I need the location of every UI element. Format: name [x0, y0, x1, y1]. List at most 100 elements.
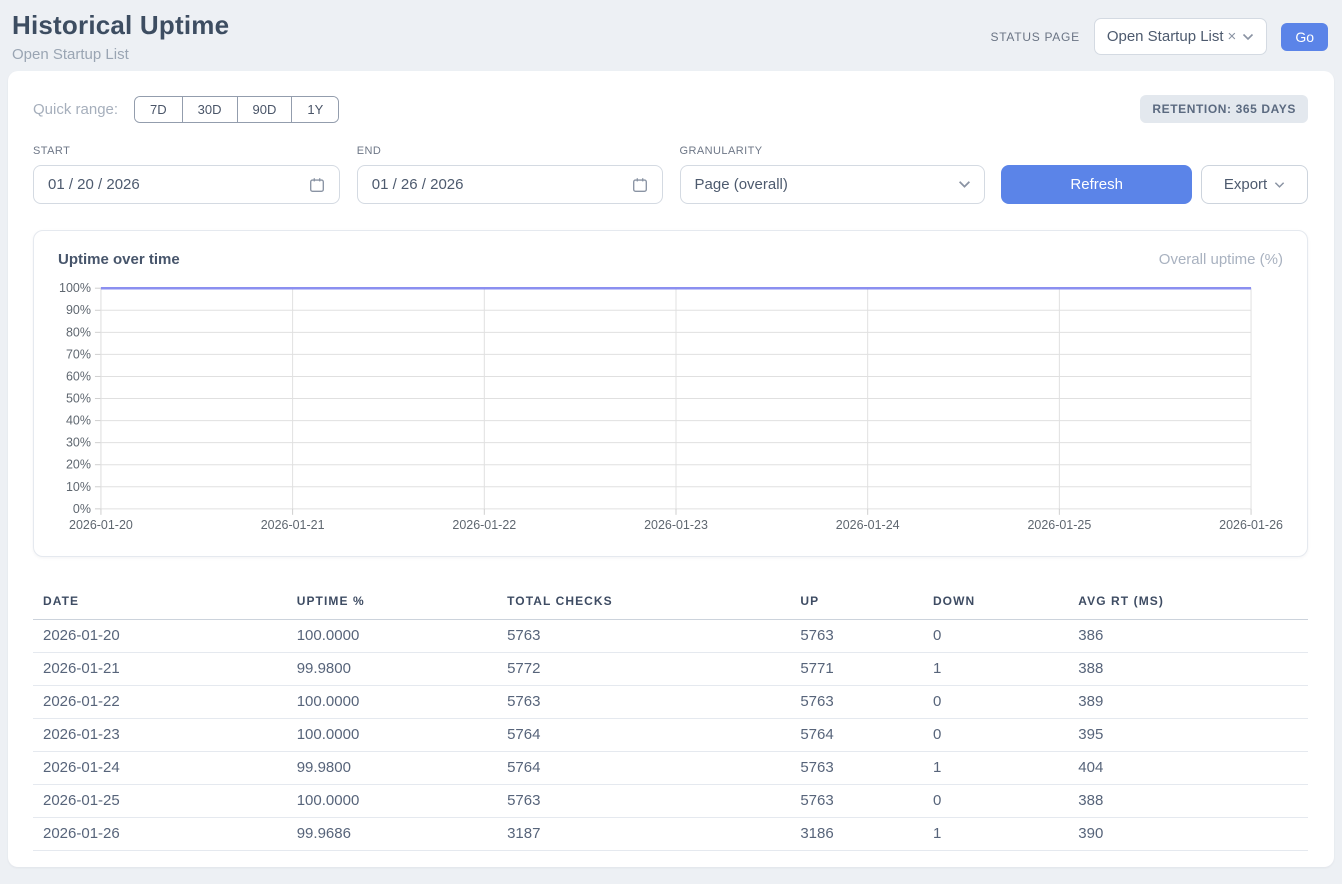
table-row: 2026-01-22100.0000576357630389 [33, 686, 1308, 719]
table-cell: 5763 [790, 785, 923, 818]
svg-text:2026-01-26: 2026-01-26 [1219, 518, 1283, 532]
table-cell: 99.9800 [287, 752, 497, 785]
table-cell: 5771 [790, 653, 923, 686]
table-cell: 388 [1068, 785, 1308, 818]
table-row: 2026-01-23100.0000576457640395 [33, 719, 1308, 752]
table-cell: 0 [923, 686, 1068, 719]
svg-text:70%: 70% [66, 347, 91, 361]
table-cell: 100.0000 [287, 719, 497, 752]
svg-text:30%: 30% [66, 436, 91, 450]
controls-row: START 01 / 20 / 2026 END 01 / 26 / 2026 [33, 145, 1308, 204]
table-cell: 404 [1068, 752, 1308, 785]
end-date-input[interactable]: 01 / 26 / 2026 [357, 165, 663, 204]
svg-text:50%: 50% [66, 392, 91, 406]
table-cell: 2026-01-25 [33, 785, 287, 818]
retention-badge: RETENTION: 365 DAYS [1140, 95, 1308, 123]
svg-text:10%: 10% [66, 480, 91, 494]
table-cell: 395 [1068, 719, 1308, 752]
granularity-select[interactable]: Page (overall) [680, 165, 986, 204]
table-cell: 3186 [790, 818, 923, 851]
quick-range-90d[interactable]: 90D [238, 97, 293, 122]
table-cell: 5763 [497, 785, 790, 818]
svg-text:2026-01-25: 2026-01-25 [1027, 518, 1091, 532]
table-cell: 5763 [497, 620, 790, 653]
chart-legend: Overall uptime (%) [1159, 251, 1283, 268]
end-date-label: END [357, 145, 663, 157]
table-cell: 389 [1068, 686, 1308, 719]
table-row: 2026-01-20100.0000576357630386 [33, 620, 1308, 653]
header-right: STATUS PAGE Open Startup List × Go [991, 18, 1328, 55]
quick-range-30d[interactable]: 30D [183, 97, 238, 122]
svg-text:100%: 100% [59, 281, 91, 295]
table-cell: 2026-01-23 [33, 719, 287, 752]
svg-text:80%: 80% [66, 325, 91, 339]
page-title: Historical Uptime [12, 10, 229, 41]
column-header-down: DOWN [923, 585, 1068, 620]
page-subtitle: Open Startup List [12, 46, 229, 63]
chevron-down-icon [1274, 181, 1285, 189]
start-date-field: START 01 / 20 / 2026 [33, 145, 340, 204]
table-cell: 5763 [497, 686, 790, 719]
quick-range-buttons: 7D 30D 90D 1Y [134, 96, 339, 123]
table-row: 2026-01-2699.9686318731861390 [33, 818, 1308, 851]
calendar-icon[interactable] [631, 176, 649, 194]
status-page-label: STATUS PAGE [991, 30, 1080, 44]
go-button[interactable]: Go [1281, 23, 1328, 51]
svg-text:40%: 40% [66, 414, 91, 428]
table-cell: 1 [923, 818, 1068, 851]
export-label: Export [1224, 176, 1267, 193]
table-cell: 2026-01-26 [33, 818, 287, 851]
start-date-value: 01 / 20 / 2026 [48, 176, 140, 193]
table-cell: 5763 [790, 620, 923, 653]
chevron-down-icon [1242, 33, 1254, 41]
svg-text:2026-01-22: 2026-01-22 [452, 518, 516, 532]
calendar-icon[interactable] [308, 176, 326, 194]
column-header-date: DATE [33, 585, 287, 620]
table-header: DATE UPTIME % TOTAL CHECKS UP DOWN AVG R… [33, 585, 1308, 620]
table-header-row: DATE UPTIME % TOTAL CHECKS UP DOWN AVG R… [33, 585, 1308, 620]
svg-text:20%: 20% [66, 458, 91, 472]
table-cell: 5764 [790, 719, 923, 752]
column-header-uptime: UPTIME % [287, 585, 497, 620]
table-cell: 2026-01-21 [33, 653, 287, 686]
start-date-label: START [33, 145, 340, 157]
quick-range-7d[interactable]: 7D [135, 97, 183, 122]
table-cell: 100.0000 [287, 620, 497, 653]
svg-text:2026-01-21: 2026-01-21 [261, 518, 325, 532]
table-cell: 0 [923, 620, 1068, 653]
table-cell: 99.9800 [287, 653, 497, 686]
start-date-input[interactable]: 01 / 20 / 2026 [33, 165, 340, 204]
uptime-table: DATE UPTIME % TOTAL CHECKS UP DOWN AVG R… [33, 585, 1308, 851]
status-page-select[interactable]: Open Startup List × [1094, 18, 1268, 55]
column-header-avg-rt: AVG RT (MS) [1068, 585, 1308, 620]
main-panel: Quick range: 7D 30D 90D 1Y RETENTION: 36… [8, 71, 1334, 867]
header-titles: Historical Uptime Open Startup List [12, 10, 229, 63]
uptime-chart-svg: 0%10%20%30%40%50%60%70%80%90%100%2026-01… [58, 276, 1283, 544]
table-cell: 99.9686 [287, 818, 497, 851]
export-button[interactable]: Export [1201, 165, 1308, 204]
table-cell: 1 [923, 653, 1068, 686]
granularity-field: GRANULARITY Page (overall) [680, 145, 986, 204]
table-cell: 0 [923, 719, 1068, 752]
refresh-button[interactable]: Refresh [1001, 165, 1192, 204]
svg-text:2026-01-23: 2026-01-23 [644, 518, 708, 532]
table-cell: 1 [923, 752, 1068, 785]
chart-header: Uptime over time Overall uptime (%) [58, 251, 1283, 268]
svg-text:2026-01-20: 2026-01-20 [69, 518, 133, 532]
table-cell: 2026-01-24 [33, 752, 287, 785]
table-cell: 2026-01-22 [33, 686, 287, 719]
svg-text:60%: 60% [66, 369, 91, 383]
chart-title: Uptime over time [58, 251, 180, 268]
granularity-value: Page (overall) [695, 176, 788, 193]
page-header: Historical Uptime Open Startup List STAT… [0, 0, 1342, 71]
svg-text:90%: 90% [66, 303, 91, 317]
chevron-down-icon [958, 180, 971, 189]
table-row: 2026-01-2499.9800576457631404 [33, 752, 1308, 785]
uptime-chart-card: Uptime over time Overall uptime (%) 0%10… [33, 230, 1308, 557]
table-cell: 388 [1068, 653, 1308, 686]
quick-range-1y[interactable]: 1Y [292, 97, 338, 122]
table-cell: 5763 [790, 752, 923, 785]
clear-selection-icon[interactable]: × [1228, 28, 1237, 45]
end-date-field: END 01 / 26 / 2026 [357, 145, 663, 204]
table-cell: 390 [1068, 818, 1308, 851]
